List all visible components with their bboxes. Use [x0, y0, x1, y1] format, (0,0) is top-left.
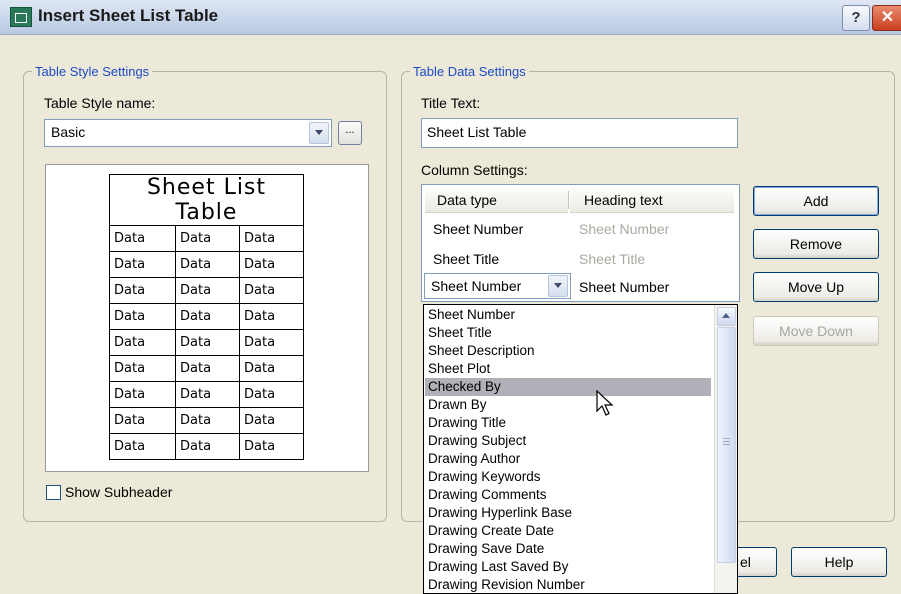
preview-cell: Data — [109, 407, 176, 434]
title-text-value: Sheet List Table — [427, 124, 527, 140]
column-settings-label: Column Settings: — [421, 162, 528, 178]
show-subheader-label: Show Subheader — [65, 484, 173, 500]
data-type-select[interactable]: Sheet Number — [424, 273, 571, 299]
preview-row: Data Data Data — [109, 251, 304, 278]
preview-row: Data Data Data — [109, 277, 304, 304]
table-preview: Sheet List Table Data Data Data Data Data Dat… — [45, 164, 369, 472]
preview-cell: Data — [239, 407, 304, 434]
move-down-button[interactable]: Move Down — [753, 316, 879, 346]
add-button[interactable]: Add — [753, 186, 879, 216]
preview-cell: Data — [109, 329, 176, 356]
preview-cell: Data — [239, 355, 304, 382]
group-legend: Table Data Settings — [413, 64, 526, 79]
preview-cell: Data — [175, 277, 240, 304]
dropdown-option[interactable]: Drawing Subject — [428, 433, 526, 449]
preview-cell: Data — [175, 303, 240, 330]
data-type-select-value: Sheet Number — [431, 278, 522, 294]
app-icon — [10, 7, 32, 27]
preview-cell: Data — [175, 355, 240, 382]
preview-row: Data Data Data — [109, 433, 304, 460]
dropdown-option[interactable]: Sheet Description — [428, 343, 535, 359]
chevron-down-icon[interactable] — [309, 122, 329, 144]
dropdown-option[interactable]: Drawing Save Date — [428, 541, 544, 557]
preview-title: Sheet List Table — [109, 174, 304, 226]
preview-row: Data Data Data — [109, 225, 304, 252]
preview-cell: Data — [109, 277, 176, 304]
mouse-pointer-icon — [596, 390, 614, 416]
help-icon[interactable]: ? — [842, 5, 870, 31]
title-text-input[interactable]: Sheet List Table — [421, 118, 738, 148]
title-bar: Insert Sheet List Table ? ✕ — [0, 0, 901, 35]
preview-cell: Data — [109, 381, 176, 408]
remove-button[interactable]: Remove — [753, 229, 879, 259]
vertical-scrollbar[interactable] — [714, 305, 737, 593]
preview-cell: Data — [239, 277, 304, 304]
table-style-value: Basic — [51, 124, 86, 140]
header-divider — [568, 191, 569, 209]
preview-cell: Data — [109, 225, 176, 252]
preview-cell: Data — [175, 433, 240, 460]
dropdown-option[interactable]: Drawing Last Saved By — [428, 559, 568, 575]
preview-row: Data Data Data — [109, 303, 304, 330]
row-heading-text[interactable]: Sheet Number — [579, 221, 669, 237]
preview-table: Sheet List Table Data Data Data Data Data Dat… — [109, 174, 304, 460]
preview-cell: Data — [239, 433, 304, 460]
dropdown-option[interactable]: Drawing Comments — [428, 487, 547, 503]
dropdown-option[interactable]: Sheet Title — [428, 325, 492, 341]
preview-cell: Data — [239, 225, 304, 252]
dropdown-option[interactable]: Drawing Title — [428, 415, 506, 431]
show-subheader-checkbox[interactable] — [46, 485, 61, 500]
dropdown-option[interactable]: Drawing Revision Number — [428, 577, 585, 593]
preview-cell: Data — [109, 251, 176, 278]
preview-cell: Data — [175, 225, 240, 252]
column-header-heading-text[interactable]: Heading text — [570, 188, 734, 213]
preview-cell: Data — [239, 251, 304, 278]
scroll-up-icon[interactable] — [717, 307, 736, 326]
preview-cell: Data — [109, 355, 176, 382]
close-icon[interactable]: ✕ — [872, 5, 901, 31]
dropdown-option[interactable]: Sheet Number — [428, 307, 515, 323]
preview-cell: Data — [109, 433, 176, 460]
preview-row: Data Data Data — [109, 329, 304, 356]
preview-cell: Data — [175, 407, 240, 434]
preview-cell: Data — [109, 303, 176, 330]
data-type-dropdown-list[interactable]: Sheet Number Sheet Title Sheet Description… — [423, 304, 738, 594]
row-heading-text[interactable]: Sheet Title — [579, 251, 645, 267]
preview-cell: Data — [239, 381, 304, 408]
dropdown-option[interactable]: Drawing Keywords — [428, 469, 541, 485]
move-up-button[interactable]: Move Up — [753, 272, 879, 302]
column-header-label: Heading text — [584, 192, 663, 208]
preview-cell: Data — [239, 329, 304, 356]
preview-cell: Data — [175, 381, 240, 408]
browse-button[interactable]: ... — [338, 121, 362, 145]
scroll-thumb[interactable] — [717, 327, 736, 563]
help-button[interactable]: Help — [791, 547, 887, 577]
dropdown-option[interactable]: Drawing Create Date — [428, 523, 554, 539]
preview-cell: Data — [239, 303, 304, 330]
column-settings-grid: Data type Heading text Sheet Number Shee… — [421, 184, 740, 302]
title-text-label: Title Text: — [421, 95, 481, 111]
dropdown-option[interactable]: Sheet Plot — [428, 361, 490, 377]
preview-cell: Data — [175, 329, 240, 356]
row-heading-text[interactable]: Sheet Number — [579, 279, 669, 295]
preview-row: Data Data Data — [109, 407, 304, 434]
cancel-label: el — [740, 554, 751, 570]
dropdown-option[interactable]: Drawing Hyperlink Base — [428, 505, 572, 521]
preview-row: Data Data Data — [109, 381, 304, 408]
dialog-title: Insert Sheet List Table — [38, 6, 219, 25]
table-style-select[interactable]: Basic — [44, 119, 332, 147]
column-header-label: Data type — [437, 192, 497, 208]
row-data-type[interactable]: Sheet Number — [433, 221, 523, 237]
group-legend: Table Style Settings — [35, 64, 150, 79]
dropdown-option[interactable]: Checked By — [428, 379, 501, 395]
style-name-label: Table Style name: — [44, 95, 156, 111]
dropdown-option[interactable]: Drawing Author — [428, 451, 520, 467]
dropdown-option[interactable]: Drawn By — [428, 397, 487, 413]
preview-cell: Data — [175, 251, 240, 278]
preview-row: Data Data Data — [109, 355, 304, 382]
chevron-down-icon[interactable] — [548, 275, 568, 297]
column-header-data-type[interactable]: Data type — [425, 188, 568, 213]
row-data-type[interactable]: Sheet Title — [433, 251, 499, 267]
